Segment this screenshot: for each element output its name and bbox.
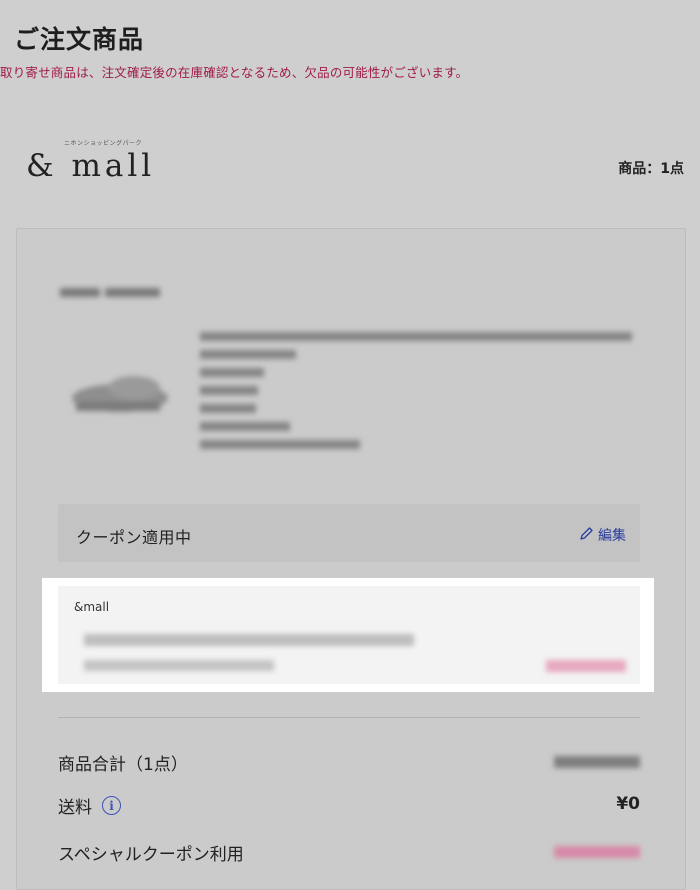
coupon-description — [84, 634, 414, 646]
coupon-condition — [84, 660, 274, 671]
divider — [58, 717, 640, 718]
special-coupon-value — [554, 846, 640, 858]
item-count: 商品：1点 — [618, 161, 684, 177]
coupon-discount-value — [546, 660, 626, 672]
product-info — [200, 332, 640, 458]
special-coupon-label: スペシャルクーポン利用 — [58, 845, 244, 865]
coupon-item[interactable]: &mall — [58, 586, 640, 684]
page-title: ご注文商品 — [14, 25, 145, 54]
subtotal-row: 商品合計（1点） — [58, 750, 640, 775]
shipping-method-label — [60, 282, 170, 298]
logo-subtitle: ニホンショッピングパーク — [64, 140, 143, 147]
info-icon[interactable]: i — [102, 796, 121, 815]
coupon-store-name: &mall — [74, 600, 110, 614]
coupon-highlight: &mall — [42, 578, 654, 692]
shipping-label: 送料 — [58, 798, 92, 818]
store-logo[interactable]: ニホンショッピングパーク & mall — [26, 138, 166, 188]
product-image[interactable] — [62, 364, 172, 424]
subtotal-value — [554, 756, 640, 768]
pencil-icon — [579, 526, 594, 545]
coupon-applied-label: クーポン適用中 — [76, 528, 192, 547]
shipping-value: ¥0 — [616, 794, 640, 814]
special-coupon-row: スペシャルクーポン利用 — [58, 840, 640, 865]
logo-text: & mall — [26, 148, 156, 184]
coupon-edit-button[interactable]: 編集 — [579, 525, 626, 545]
shipping-row: 送料 i ¥0 — [58, 793, 640, 818]
coupon-applied-bar: クーポン適用中 編集 — [58, 504, 640, 562]
stock-notice: 取り寄せ商品は、注文確定後の在庫確認となるため、欠品の可能性がございます。 — [0, 65, 469, 80]
edit-label: 編集 — [598, 528, 626, 544]
subtotal-label: 商品合計（1点） — [58, 755, 188, 775]
